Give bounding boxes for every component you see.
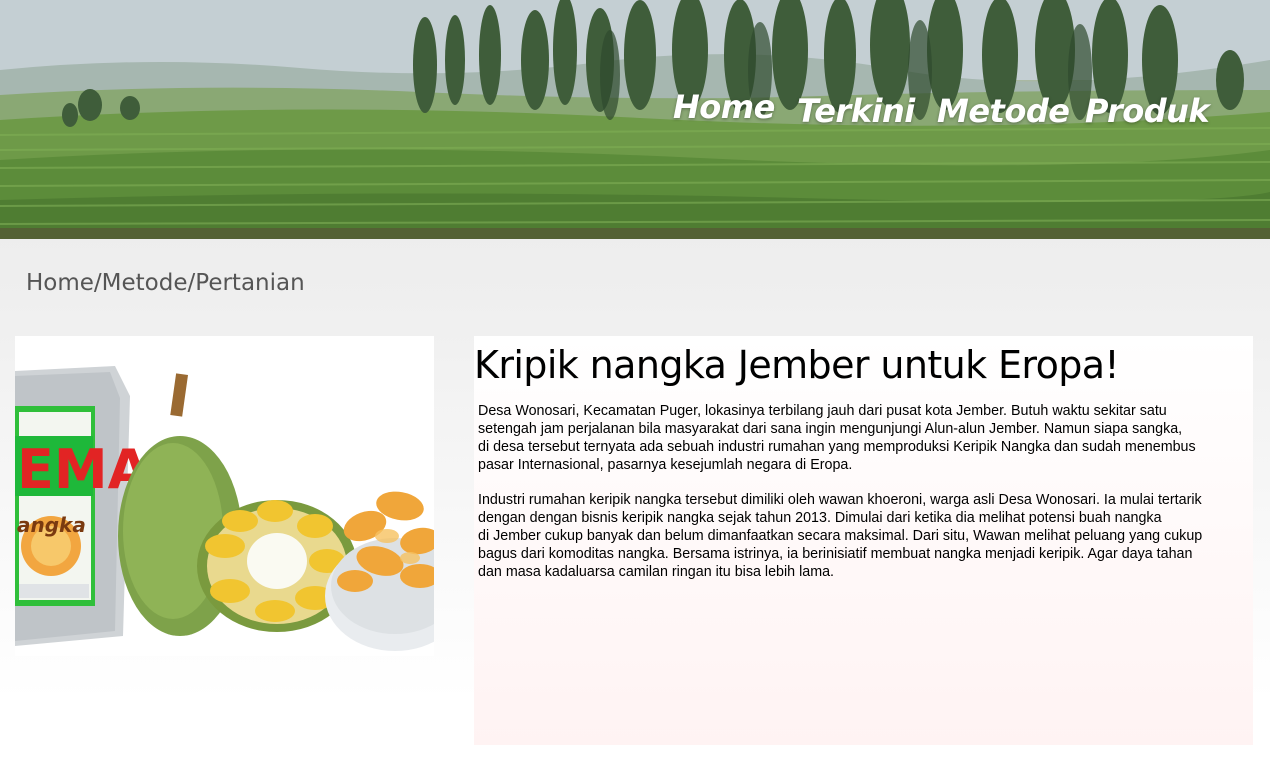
article-title: Kripik nangka Jember untuk Eropa!	[474, 343, 1120, 387]
breadcrumb-item-pertanian: Pertanian	[195, 270, 305, 296]
breadcrumb-item-metode[interactable]: Metode	[102, 270, 188, 296]
breadcrumb: Home/Metode/Pertanian	[26, 270, 305, 296]
nav-produk-link[interactable]: Produk	[1085, 92, 1210, 130]
breadcrumb-separator: /	[93, 270, 102, 296]
main-nav: Home Terkini Metode Produk	[0, 88, 1270, 138]
nav-metode-link[interactable]: Metode	[937, 92, 1070, 130]
article-paragraph: Desa Wonosari, Kecamatan Puger, lokasiny…	[478, 403, 1196, 473]
article: Kripik nangka Jember untuk Eropa! Desa W…	[474, 336, 1253, 745]
product-image: EMA angka	[15, 336, 434, 656]
breadcrumb-item-home[interactable]: Home	[26, 270, 94, 296]
header-banner: Home Terkini Metode Produk	[0, 0, 1270, 239]
article-paragraph: Industri rumahan keripik nangka tersebut…	[478, 492, 1203, 580]
nav-terkini-link[interactable]: Terkini	[797, 92, 915, 130]
package-sublabel: angka	[17, 513, 86, 537]
nav-home-link[interactable]: Home	[673, 88, 775, 126]
jackfruit-chips-illustration: EMA angka	[15, 336, 434, 656]
